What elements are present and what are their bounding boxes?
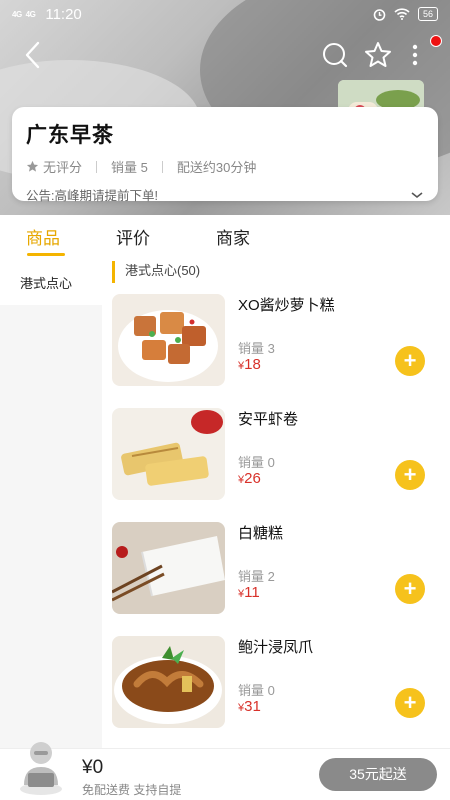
notification-dot xyxy=(430,35,442,47)
tab-products[interactable]: 商品 xyxy=(26,224,60,249)
cart-total: ¥0 xyxy=(82,757,104,778)
add-to-cart-button[interactable]: + xyxy=(395,688,425,718)
sidebar-item-hk-dimsum[interactable]: 港式点心 xyxy=(0,259,102,305)
add-to-cart-button[interactable]: + xyxy=(395,460,425,490)
product-price: ¥26 xyxy=(238,470,261,487)
product-image[interactable] xyxy=(112,636,225,728)
product-image[interactable] xyxy=(112,408,225,500)
list-item[interactable]: 鲍汁浸凤爪 销量 0 ¥31 + xyxy=(112,636,442,730)
product-price: ¥31 xyxy=(238,698,261,715)
shop-sales: 销量 5 xyxy=(111,160,148,175)
product-sales: 销量 0 xyxy=(238,683,275,698)
delivery-fee-note: 免配送费 支持自提 xyxy=(82,783,182,797)
shop-info-card: 广东早茶 无评分 销量 5 配送约30分钟 公告:高峰期请提前下单! xyxy=(12,107,438,204)
divider xyxy=(96,160,98,173)
shop-name: 广东早茶 xyxy=(26,124,114,147)
wifi-icon xyxy=(394,8,410,20)
status-time: 11:20 xyxy=(45,5,82,23)
product-list[interactable]: 港式点心(50) XO酱炒萝卜糕 销量 3 ¥18 + 安平虾卷 销量 0 ¥2… xyxy=(102,259,450,749)
checkout-button[interactable]: 35元起送 xyxy=(319,758,437,791)
product-price: ¥18 xyxy=(238,356,261,373)
product-image[interactable] xyxy=(112,522,225,614)
chevron-down-icon[interactable] xyxy=(410,190,424,200)
divider xyxy=(161,160,163,173)
top-navigation xyxy=(0,35,450,72)
tab-reviews[interactable]: 评价 xyxy=(116,224,150,249)
product-price: ¥11 xyxy=(238,584,260,601)
list-item[interactable]: 安平虾卷 销量 0 ¥26 + xyxy=(112,408,442,502)
category-sidebar: 港式点心 xyxy=(0,259,102,749)
delivery-time: 配送约30分钟 xyxy=(176,160,257,175)
list-item[interactable]: XO酱炒萝卜糕 销量 3 ¥18 + xyxy=(112,294,442,388)
shop-notice[interactable]: 公告:高峰期请提前下单! xyxy=(26,185,424,204)
signal-indicator: 4G xyxy=(12,9,22,19)
tab-merchant[interactable]: 商家 xyxy=(216,224,250,249)
shop-rating: 无评分 xyxy=(43,160,83,175)
alarm-icon xyxy=(373,8,386,21)
price-value: 26 xyxy=(244,470,261,487)
product-name: 安平虾卷 xyxy=(238,411,299,428)
back-arrow-icon[interactable] xyxy=(20,40,46,70)
cart-icon[interactable] xyxy=(18,737,64,797)
product-name: 白糖糕 xyxy=(238,525,284,542)
price-value: 11 xyxy=(244,584,260,601)
product-image[interactable] xyxy=(112,294,225,386)
product-sales: 销量 3 xyxy=(238,341,275,356)
price-value: 31 xyxy=(244,698,261,715)
more-menu-icon[interactable] xyxy=(408,40,422,70)
list-item[interactable]: 白糖糕 销量 2 ¥11 + xyxy=(112,522,442,616)
product-name: 鲍汁浸凤爪 xyxy=(238,639,314,656)
cart-bar: ¥0 免配送费 支持自提 35元起送 xyxy=(0,742,450,800)
status-bar: 4G 4G 11:20 56 xyxy=(0,0,450,28)
product-sales: 销量 2 xyxy=(238,569,275,584)
shop-tabs: 商品 评价 商家 xyxy=(0,215,450,259)
star-favorite-icon[interactable] xyxy=(363,40,393,70)
battery-indicator: 56 xyxy=(417,7,438,21)
star-rating-icon xyxy=(26,160,39,172)
shop-meta: 无评分 销量 5 配送约30分钟 xyxy=(26,157,424,176)
category-header: 港式点心(50) xyxy=(112,261,450,283)
price-value: 18 xyxy=(244,356,261,373)
signal-indicator: 4G xyxy=(25,9,36,19)
add-to-cart-button[interactable]: + xyxy=(395,574,425,604)
product-sales: 销量 0 xyxy=(238,455,275,470)
product-name: XO酱炒萝卜糕 xyxy=(238,297,335,314)
notice-text: 公告:高峰期请提前下单! xyxy=(26,189,158,203)
add-to-cart-button[interactable]: + xyxy=(395,346,425,376)
active-tab-indicator xyxy=(27,253,65,256)
chat-bubble-icon[interactable] xyxy=(320,40,350,70)
